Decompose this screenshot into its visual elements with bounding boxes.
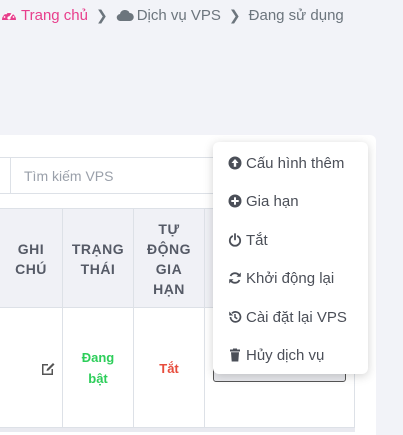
actions-dropdown-menu: Cấu hình thêm Gia hạn Tắt Khởi động lại …	[213, 142, 368, 374]
breadcrumb-home-link[interactable]: Trang chủ	[0, 7, 88, 24]
header-auto-renew-line: TỰ	[158, 221, 180, 237]
menu-item-reinstall[interactable]: Cài đặt lại VPS	[213, 302, 368, 332]
column-header-status: TRẠNG THÁI	[63, 209, 134, 309]
menu-item-renew[interactable]: Gia hạn	[213, 186, 368, 216]
menu-item-label: Hủy dịch vụ	[246, 346, 325, 364]
breadcrumb-service-link[interactable]: Dịch vụ VPS	[116, 7, 221, 24]
chevron-right-icon: ❯	[228, 6, 241, 23]
header-note-line: CHÚ	[15, 261, 47, 277]
trash-icon	[228, 348, 242, 362]
menu-item-restart[interactable]: Khởi động lại	[213, 263, 368, 293]
breadcrumb-home-label: Trang chủ	[21, 6, 88, 24]
header-auto-renew-line: GIA	[155, 261, 183, 277]
cell-auto-renew: Tắt	[134, 308, 205, 428]
cloud-icon	[116, 8, 134, 22]
column-header-note: GHI CHÚ	[0, 209, 63, 309]
history-icon	[228, 310, 242, 324]
header-status-line: TRẠNG	[71, 241, 125, 257]
header-status-line: THÁI	[80, 261, 116, 277]
menu-item-power-off[interactable]: Tắt	[213, 225, 368, 255]
power-icon	[228, 233, 242, 247]
menu-item-label: Cấu hình thêm	[246, 154, 345, 172]
chevron-right-icon: ❯	[95, 6, 108, 23]
refresh-icon	[228, 271, 242, 285]
menu-item-label: Khởi động lại	[246, 269, 335, 287]
status-text-line: bật	[88, 371, 108, 386]
header-note-line: GHI	[17, 241, 45, 257]
header-auto-renew-line: HẠN	[153, 281, 185, 297]
menu-item-label: Gia hạn	[246, 192, 299, 210]
menu-item-label: Cài đặt lại VPS	[246, 308, 347, 326]
cell-status: Đang bật	[63, 308, 134, 428]
column-header-auto-renew: TỰ ĐỘNG GIA HẠN	[134, 209, 205, 309]
menu-item-upgrade[interactable]: Cấu hình thêm	[213, 148, 368, 178]
menu-item-label: Tắt	[246, 231, 268, 249]
search-input[interactable]	[11, 158, 211, 193]
header-auto-renew-line: ĐỘNG	[147, 241, 191, 257]
cell-note	[0, 308, 63, 428]
table-bottom-border	[0, 428, 355, 432]
status-text-line: Đang	[81, 350, 115, 365]
auto-renew-value: Tắt	[159, 360, 179, 376]
edit-note-icon[interactable]	[40, 360, 56, 379]
breadcrumb-current: Đang sử dụng	[248, 6, 344, 24]
arrow-up-circle-icon	[228, 156, 242, 170]
breadcrumb: Trang chủ ❯ Dịch vụ VPS ❯ Đang sử dụng	[0, 5, 344, 25]
plus-circle-icon	[228, 194, 242, 208]
dashboard-icon	[0, 7, 18, 23]
menu-item-cancel-service[interactable]: Hủy dịch vụ	[213, 340, 368, 370]
breadcrumb-service-label: Dịch vụ VPS	[136, 6, 221, 24]
